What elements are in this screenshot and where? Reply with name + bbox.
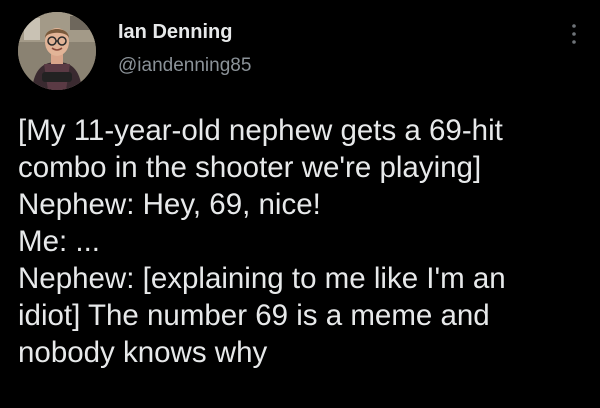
profile-photo-icon [18, 12, 96, 90]
tweet-text: [My 11-year-old nephew gets a 69-hit com… [18, 112, 588, 371]
tweet-text-line: idiot] The number 69 is a meme and [18, 299, 490, 332]
tweet-text-line: Nephew: [explaining to me like I'm an [18, 262, 506, 295]
tweet-text-line: combo in the shooter we're playing] [18, 151, 482, 184]
more-vertical-icon [572, 24, 576, 44]
author-display-name[interactable]: Ian Denning [118, 20, 251, 44]
author-handle[interactable]: @iandenning85 [118, 54, 251, 78]
more-options-button[interactable] [570, 22, 578, 46]
tweet-text-line: [My 11-year-old nephew gets a 69-hit [18, 114, 503, 147]
tweet-text-line: Me: ... [18, 225, 100, 258]
tweet-text-line: nobody knows why [18, 336, 268, 369]
tweet-author: Ian Denning @iandenning85 [118, 20, 251, 78]
tweet-text-line: Nephew: Hey, 69, nice! [18, 188, 321, 221]
avatar[interactable] [18, 12, 96, 90]
tweet-card: Ian Denning @iandenning85 [My 11-year-ol… [0, 0, 600, 408]
